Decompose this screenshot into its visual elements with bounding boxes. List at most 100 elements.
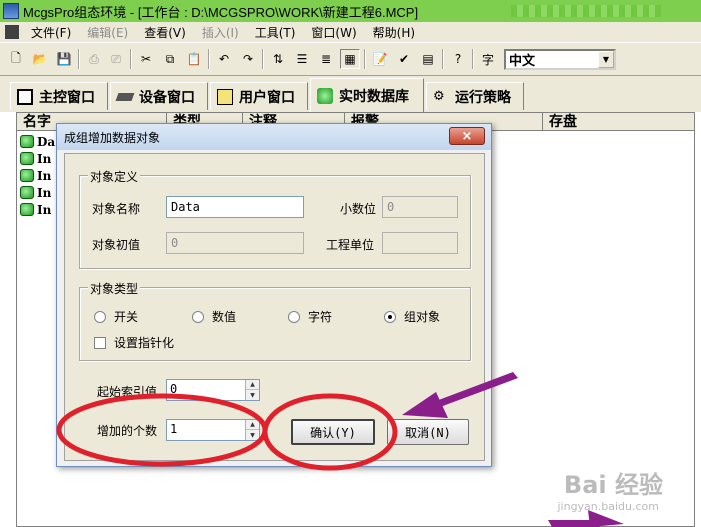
spinner-buttons[interactable]: ▲ ▼ xyxy=(245,420,259,440)
language-value: 中文 xyxy=(509,54,536,69)
toolbar-separator xyxy=(472,49,474,69)
list-item[interactable]: In xyxy=(20,184,51,201)
checkbox-icon xyxy=(94,336,106,349)
print-preview-icon[interactable]: ⎚ xyxy=(106,49,126,69)
detail-view-icon[interactable]: ≣ xyxy=(316,49,336,69)
radio-number[interactable]: 数值 xyxy=(192,308,236,325)
unit-input[interactable] xyxy=(382,232,458,254)
list-item-name: In xyxy=(37,168,52,183)
print-icon[interactable]: ⎙ xyxy=(84,49,104,69)
grid-view-icon[interactable]: ▦ xyxy=(340,49,360,69)
count-value: 1 xyxy=(170,422,178,436)
sort-icon[interactable]: ⇅ xyxy=(268,49,288,69)
decimal-input[interactable] xyxy=(382,196,458,218)
cut-icon[interactable]: ✂ xyxy=(136,49,156,69)
spin-up-icon[interactable]: ▲ xyxy=(246,420,259,430)
language-icon[interactable]: 字 xyxy=(478,49,498,69)
spin-up-icon[interactable]: ▲ xyxy=(246,380,259,390)
toolbar: 🗋 📂 💾 ⎙ ⎚ ✂ ⧉ 📋 ↶ ↷ ⇅ ☰ ≣ ▦ 📝 ✔ ▤ ? 字 中文… xyxy=(0,42,701,76)
count-spinner[interactable]: 1 ▲ ▼ xyxy=(166,419,260,441)
toolbar-separator xyxy=(442,49,444,69)
properties-icon[interactable]: 📝 xyxy=(370,49,390,69)
column-archive[interactable]: 存盘 xyxy=(543,113,694,131)
title-bar-decoration xyxy=(511,5,661,17)
language-select[interactable]: 中文 ▼ xyxy=(504,49,616,70)
confirm-button[interactable]: 确认(Y) xyxy=(291,419,375,445)
radio-label: 字符 xyxy=(308,310,333,324)
user-window-icon xyxy=(217,88,233,105)
chevron-down-icon[interactable]: ▼ xyxy=(598,51,614,68)
spin-down-icon[interactable]: ▼ xyxy=(246,390,259,400)
tab-label: 实时数据库 xyxy=(339,88,409,105)
decimal-label: 小数位 xyxy=(340,202,377,216)
menu-edit[interactable]: 编辑(E) xyxy=(79,24,136,41)
radio-label: 开关 xyxy=(114,310,139,324)
system-menu-icon[interactable] xyxy=(5,25,19,39)
list-item[interactable]: In xyxy=(20,201,51,218)
radio-selected-icon xyxy=(384,310,396,323)
close-button[interactable]: × xyxy=(449,127,485,145)
workspace-tabs: 主控窗口 设备窗口 用户窗口 实时数据库 ⚙ 运行策略 xyxy=(0,76,701,112)
check-icon[interactable]: ✔ xyxy=(394,49,414,69)
new-file-icon[interactable]: 🗋 xyxy=(6,49,26,69)
list-item-name: Da xyxy=(37,134,56,149)
help-icon[interactable]: ? xyxy=(448,49,468,69)
list-item[interactable]: In xyxy=(20,150,51,167)
save-icon[interactable]: 💾 xyxy=(54,49,74,69)
tab-realtime-database[interactable]: 实时数据库 xyxy=(310,78,424,112)
watermark-url: jingyan.baidu.com xyxy=(557,500,659,513)
device-window-icon xyxy=(115,92,135,101)
pointer-checkbox[interactable]: 设置指针化 xyxy=(94,334,174,351)
data-object-icon xyxy=(20,169,34,182)
app-icon xyxy=(3,3,19,19)
tab-device-window[interactable]: 设备窗口 xyxy=(110,82,208,110)
redo-icon[interactable]: ↷ xyxy=(238,49,258,69)
cancel-button[interactable]: 取消(N) xyxy=(387,419,469,445)
menu-tools[interactable]: 工具(T) xyxy=(247,24,304,41)
radio-label: 数值 xyxy=(212,310,237,324)
list-item[interactable]: In xyxy=(20,167,51,184)
data-object-icon xyxy=(20,203,34,216)
menu-view[interactable]: 查看(V) xyxy=(136,24,194,41)
radio-circle-icon xyxy=(192,310,204,323)
tab-main-window[interactable]: 主控窗口 xyxy=(10,82,108,110)
radio-group-object[interactable]: 组对象 xyxy=(384,308,440,325)
radio-switch[interactable]: 开关 xyxy=(94,308,138,325)
menu-window[interactable]: 窗口(W) xyxy=(303,24,364,41)
menu-help[interactable]: 帮助(H) xyxy=(365,24,423,41)
spinner-buttons[interactable]: ▲ ▼ xyxy=(245,380,259,400)
list-item[interactable]: Da xyxy=(20,133,55,150)
dialog-title-bar[interactable]: 成组增加数据对象 × xyxy=(57,124,491,150)
toolbar-separator xyxy=(262,49,264,69)
paste-icon[interactable]: 📋 xyxy=(184,49,204,69)
spin-down-icon[interactable]: ▼ xyxy=(246,430,259,440)
database-icon xyxy=(317,87,333,104)
calculator-icon[interactable]: ▤ xyxy=(418,49,438,69)
start-index-spinner[interactable]: 0 ▲ ▼ xyxy=(166,379,260,401)
watermark-logo: Bai 经验 xyxy=(563,471,663,499)
strategy-icon: ⚙ xyxy=(433,88,445,104)
data-object-icon xyxy=(20,152,34,165)
open-folder-icon[interactable]: 📂 xyxy=(30,49,50,69)
dialog-body: 对象定义 对象名称 小数位 对象初值 工程单位 对象类型 开关 数值 字符 xyxy=(64,153,485,461)
main-window-icon xyxy=(17,88,33,105)
menu-file[interactable]: 文件(F) xyxy=(23,24,79,41)
radio-string[interactable]: 字符 xyxy=(288,308,332,325)
menu-insert[interactable]: 插入(I) xyxy=(194,24,247,41)
tab-user-window[interactable]: 用户窗口 xyxy=(210,82,308,110)
tab-label: 主控窗口 xyxy=(39,89,95,106)
add-group-dialog: 成组增加数据对象 × 对象定义 对象名称 小数位 对象初值 工程单位 对象类型 … xyxy=(56,123,492,467)
radio-circle-icon xyxy=(94,310,106,323)
toolbar-separator xyxy=(78,49,80,69)
menu-bar: 文件(F) 编辑(E) 查看(V) 插入(I) 工具(T) 窗口(W) 帮助(H… xyxy=(0,22,701,42)
undo-icon[interactable]: ↶ xyxy=(214,49,234,69)
object-name-input[interactable] xyxy=(166,196,304,218)
radio-circle-icon xyxy=(288,310,300,323)
list-item-name: In xyxy=(37,202,52,217)
list-view-icon[interactable]: ☰ xyxy=(292,49,312,69)
count-label: 增加的个数 xyxy=(97,424,158,438)
copy-icon[interactable]: ⧉ xyxy=(160,49,180,69)
initial-value-input[interactable] xyxy=(166,232,304,254)
start-index-label: 起始索引值 xyxy=(97,385,158,399)
tab-run-strategy[interactable]: ⚙ 运行策略 xyxy=(426,82,524,110)
